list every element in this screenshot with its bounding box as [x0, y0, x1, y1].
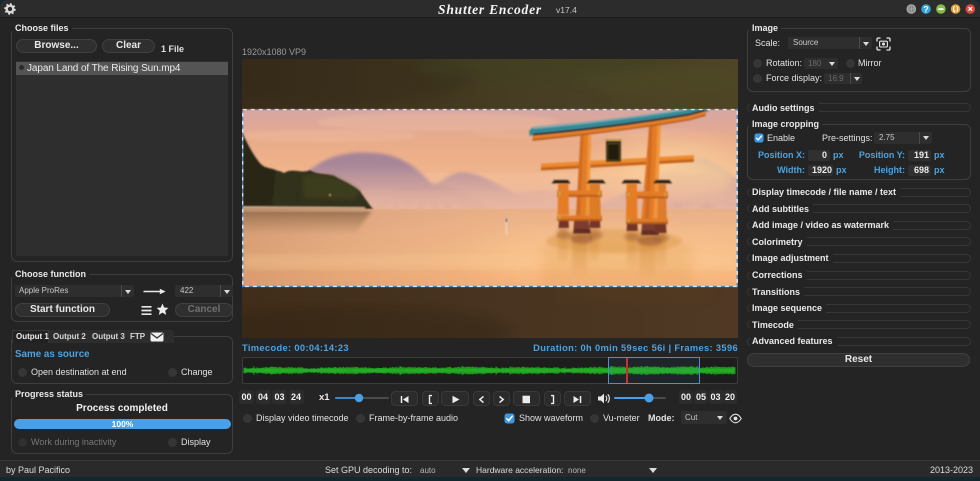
- svg-text:?: ?: [923, 4, 929, 14]
